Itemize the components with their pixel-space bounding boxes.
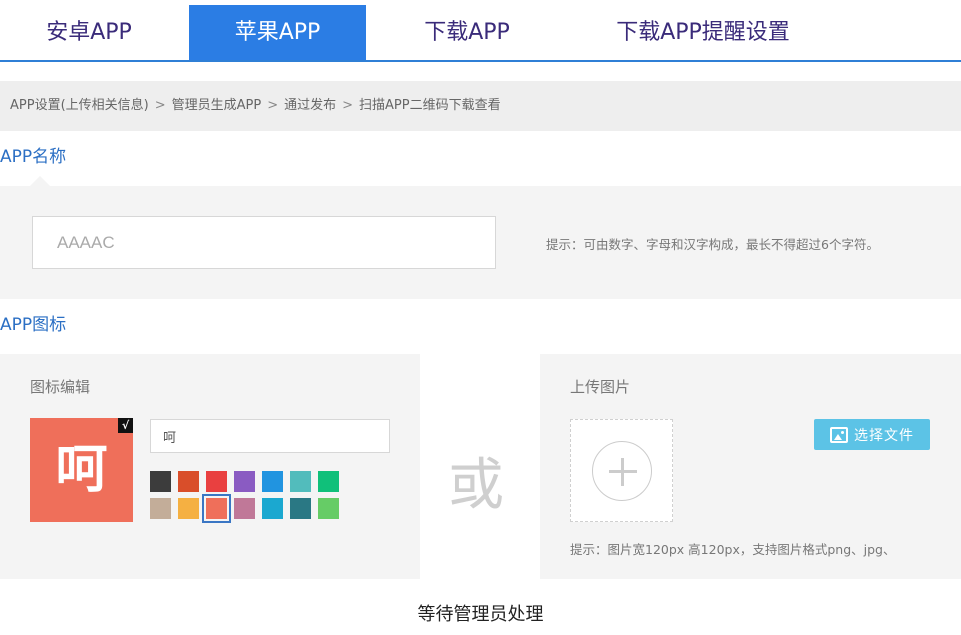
icon-edit-label: 图标编辑 (30, 378, 91, 396)
color-swatch[interactable] (262, 498, 283, 519)
top-tab-bar: 安卓APP 苹果APP 下载APP 下载APP提醒设置 (0, 0, 961, 62)
app-name-input[interactable] (32, 216, 496, 269)
upload-image-hint: 提示：图片宽120px 高120px，支持图片格式png、jpg、 (570, 542, 896, 557)
icon-char-input[interactable] (150, 419, 390, 453)
image-icon (830, 426, 848, 443)
plus-icon (592, 441, 652, 501)
image-drop-box[interactable] (570, 419, 673, 522)
breadcrumb-step-admin-generate: 管理员生成APP (171, 98, 262, 113)
color-swatch[interactable] (178, 498, 199, 519)
tab-apple-app[interactable]: 苹果APP (189, 5, 366, 60)
app-name-panel: 提示：可由数字、字母和汉字构成，最长不得超过6个字符。 (0, 176, 961, 299)
color-swatch[interactable] (290, 471, 311, 492)
color-swatch[interactable] (262, 471, 283, 492)
color-swatch[interactable] (290, 498, 311, 519)
upload-image-panel: 上传图片 选择文件 提示：图片宽120px 高120px，支持图片格式png、j… (540, 354, 961, 579)
check-icon: √ (118, 418, 133, 433)
app-icon-section-title: APP图标 (0, 315, 67, 335)
color-swatch[interactable] (202, 494, 231, 523)
tab-download-reminder-settings[interactable]: 下载APP提醒设置 (568, 5, 838, 60)
breadcrumb-step-scan-qr: 扫描APP二维码下载查看 (359, 98, 501, 113)
choose-file-label: 选择文件 (854, 427, 914, 444)
color-swatch[interactable] (206, 471, 227, 492)
app-name-hint: 提示：可由数字、字母和汉字构成，最长不得超过6个字符。 (546, 237, 879, 252)
breadcrumb-step-settings: APP设置(上传相关信息) (10, 98, 149, 113)
color-swatch[interactable] (234, 498, 255, 519)
color-swatch[interactable] (318, 498, 339, 519)
color-swatch[interactable] (178, 471, 199, 492)
upload-image-label: 上传图片 (570, 378, 631, 396)
app-name-section-title: APP名称 (0, 147, 67, 167)
breadcrumb-step-approved: 通过发布 (284, 98, 337, 113)
status-text: 等待管理员处理 (417, 604, 544, 625)
tab-android-app[interactable]: 安卓APP (0, 5, 178, 60)
panel-notch (30, 176, 50, 186)
breadcrumb-separator: > (342, 98, 354, 113)
tab-download-app[interactable]: 下载APP (377, 5, 557, 60)
icon-edit-panel: 图标编辑 呵 √ (0, 354, 420, 579)
color-swatch[interactable] (150, 498, 171, 519)
color-swatch[interactable] (234, 471, 255, 492)
color-swatch[interactable] (150, 471, 171, 492)
color-swatch[interactable] (318, 471, 339, 492)
breadcrumb: APP设置(上传相关信息) > 管理员生成APP > 通过发布 > 扫描APP二维码下载查看 (0, 81, 961, 131)
icon-preview-char: 呵 (55, 440, 108, 500)
breadcrumb-separator: > (154, 98, 166, 113)
breadcrumb-separator: > (267, 98, 279, 113)
choose-file-button[interactable]: 选择文件 (814, 419, 930, 450)
or-divider-text: 或 (448, 453, 504, 518)
icon-preview: 呵 √ (30, 418, 133, 522)
